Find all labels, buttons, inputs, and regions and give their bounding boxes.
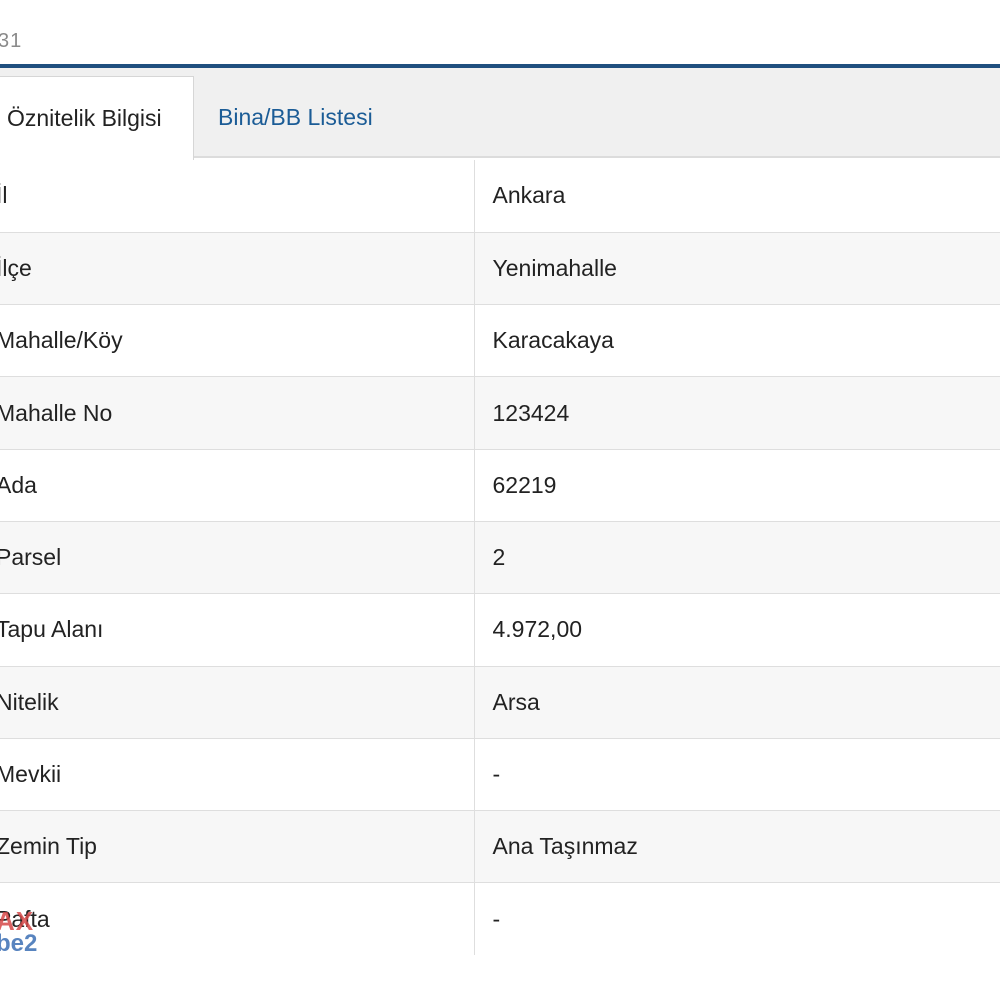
parcel-info-page: 31 Öznitelik Bilgisi Bina/BB Listesi İl … [0, 0, 1000, 1000]
table-row: Mahalle/Köy Karacakaya [0, 304, 1000, 378]
header-fragment: 31 [0, 30, 23, 52]
table-row: Ada 62219 [0, 449, 1000, 522]
attribute-table-container: İl Ankara İlçe Yenimahalle Mahalle/Köy K… [0, 160, 1000, 955]
table-row: Nitelik Arsa [0, 666, 1000, 739]
table-row: Mahalle No 123424 [0, 376, 1000, 450]
row-label: Nitelik [0, 666, 474, 739]
row-value: 4.972,00 [473, 593, 1000, 667]
row-label: Pafta [0, 882, 474, 955]
table-row: Pafta - [0, 882, 1000, 955]
tab-bina-bb-listesi[interactable]: Bina/BB Listesi [218, 76, 373, 158]
table-row: İlçe Yenimahalle [0, 232, 1000, 306]
table-row: Mevkii - [0, 738, 1000, 812]
header-strip: 31 [0, 0, 1000, 66]
row-label: Mevkii [0, 738, 474, 812]
row-value: - [473, 882, 1000, 955]
row-value: Ana Taşınmaz [473, 810, 1000, 884]
row-value: 2 [473, 521, 1000, 595]
row-value: Yenimahalle [473, 232, 1000, 306]
row-value: Ankara [473, 160, 1000, 233]
tab-bar: Öznitelik Bilgisi Bina/BB Listesi [0, 68, 1000, 160]
table-row: Tapu Alanı 4.972,00 [0, 593, 1000, 667]
row-label: İl [0, 160, 474, 233]
attribute-table: İl Ankara İlçe Yenimahalle Mahalle/Köy K… [0, 160, 1000, 955]
row-label: Parsel [0, 521, 474, 595]
row-value: 62219 [473, 449, 1000, 522]
row-label: Mahalle No [0, 376, 474, 450]
row-value: - [473, 738, 1000, 812]
row-label: Ada [0, 449, 474, 522]
row-label: Mahalle/Köy [0, 304, 474, 378]
table-row: Parsel 2 [0, 521, 1000, 595]
watermark-logo: AX be2 [0, 908, 37, 956]
row-value: 123424 [473, 376, 1000, 450]
table-row: İl Ankara [0, 160, 1000, 233]
row-label: İlçe [0, 232, 474, 306]
watermark-line-2: be2 [0, 930, 38, 957]
row-value: Karacakaya [473, 304, 1000, 378]
row-label: Tapu Alanı [0, 593, 474, 667]
table-row: Zemin Tip Ana Taşınmaz [0, 810, 1000, 884]
tab-oznitelik-bilgisi[interactable]: Öznitelik Bilgisi [0, 76, 194, 160]
row-label: Zemin Tip [0, 810, 474, 884]
row-value: Arsa [473, 666, 1000, 739]
